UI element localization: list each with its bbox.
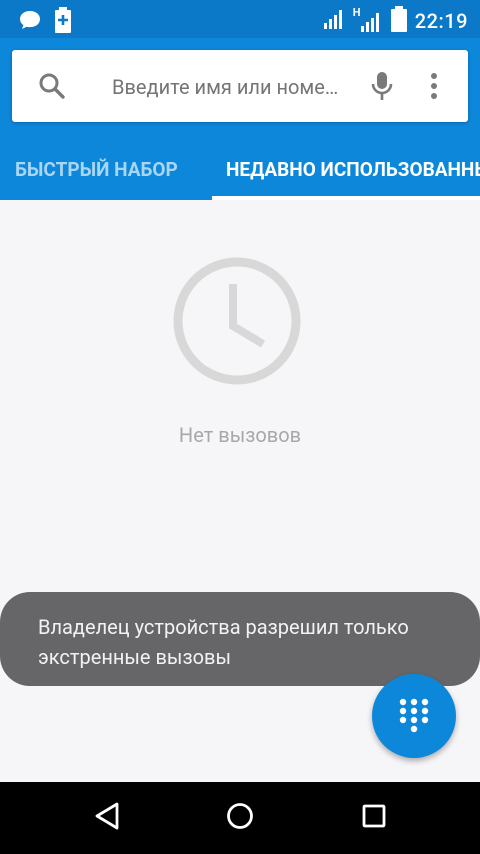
dialpad-icon <box>398 697 430 739</box>
search-icon[interactable] <box>38 72 66 104</box>
signal-icon <box>323 8 345 34</box>
dialpad-button[interactable] <box>372 674 456 758</box>
home-button[interactable] <box>218 798 262 838</box>
network-type-label: H <box>352 6 361 19</box>
dialer-header: БЫСТРЫЙ НАБОР НЕДАВНО ИСПОЛЬЗОВАННЫЕ <box>0 38 480 200</box>
recents-button[interactable] <box>352 798 396 838</box>
tab-bar: БЫСТРЫЙ НАБОР НЕДАВНО ИСПОЛЬЗОВАННЫЕ <box>0 146 480 200</box>
search-box[interactable] <box>12 50 468 122</box>
mic-icon[interactable] <box>370 70 394 106</box>
recents-icon <box>360 802 388 834</box>
status-bar: H 22:19 <box>0 0 480 38</box>
signal-h-icon: H <box>352 6 383 33</box>
back-button[interactable] <box>85 798 129 838</box>
back-icon <box>93 801 121 835</box>
tab-speed-dial[interactable]: БЫСТРЫЙ НАБОР <box>15 146 205 200</box>
empty-state-text: Нет вызовов <box>178 423 302 447</box>
message-icon <box>18 9 42 35</box>
toast-message: Владелец устройства разрешил только экст… <box>0 592 480 686</box>
home-icon <box>225 801 255 835</box>
more-vert-icon[interactable] <box>424 70 444 106</box>
battery-icon <box>390 6 407 36</box>
status-clock: 22:19 <box>414 9 468 33</box>
battery-charging-icon <box>54 7 72 37</box>
clock-icon <box>172 256 302 390</box>
navigation-bar <box>0 782 480 854</box>
search-input[interactable] <box>110 72 364 102</box>
tab-recents[interactable]: НЕДАВНО ИСПОЛЬЗОВАННЫЕ <box>212 146 480 200</box>
